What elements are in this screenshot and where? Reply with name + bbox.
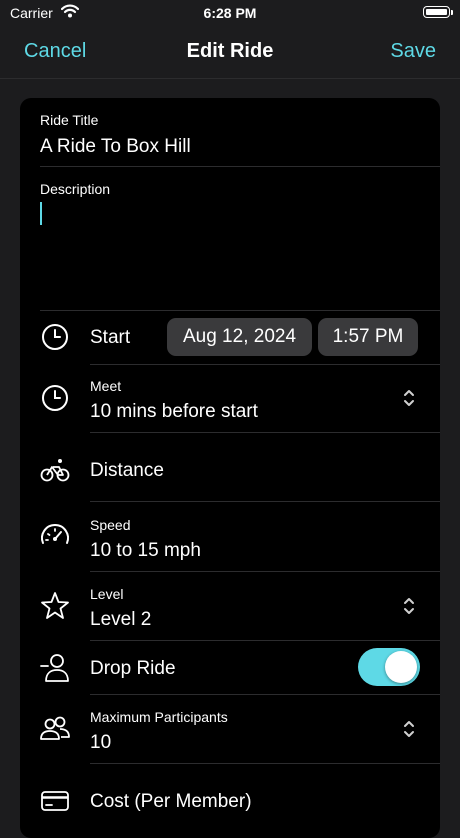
divider: [90, 432, 440, 433]
drop-ride-toggle[interactable]: [358, 648, 420, 686]
chevron-up-down-icon[interactable]: [400, 388, 418, 408]
clock-time: 6:28 PM: [203, 5, 257, 21]
level-label: Level: [90, 586, 124, 602]
speed-value[interactable]: 10 to 15 mph: [90, 540, 201, 562]
credit-card-icon: [38, 784, 72, 818]
text-cursor: [40, 202, 42, 225]
battery-icon: [423, 6, 453, 18]
meet-value[interactable]: 10 mins before start: [90, 401, 258, 423]
divider: [90, 501, 440, 502]
description-label: Description: [40, 181, 111, 197]
divider: [90, 763, 440, 764]
ride-title-input[interactable]: A Ride To Box Hill: [40, 136, 191, 158]
start-label: Start: [90, 327, 131, 348]
bicycle-icon: [38, 453, 72, 487]
distance-label[interactable]: Distance: [90, 460, 164, 482]
cost-label[interactable]: Cost (Per Member): [90, 791, 252, 813]
divider: [90, 364, 440, 365]
level-value[interactable]: Level 2: [90, 609, 151, 631]
clock-icon: [38, 381, 72, 415]
speed-label: Speed: [90, 517, 131, 533]
divider: [90, 571, 440, 572]
description-textarea[interactable]: [40, 202, 420, 302]
ride-title-label: Ride Title: [40, 112, 99, 128]
max-participants-label: Maximum Participants: [90, 709, 228, 725]
status-bar: Carrier 6:28 PM: [0, 0, 460, 26]
navigation-bar: Cancel Edit Ride Save: [0, 26, 460, 79]
people-icon: [38, 712, 72, 746]
max-participants-value[interactable]: 10: [90, 732, 111, 754]
meet-label: Meet: [90, 378, 122, 394]
divider: [90, 694, 440, 695]
chevron-up-down-icon[interactable]: [400, 719, 418, 739]
divider: [90, 640, 440, 641]
ride-form-card: Ride Title A Ride To Box Hill Descriptio…: [20, 98, 440, 838]
drop-ride-label: Drop Ride: [90, 658, 176, 679]
speedometer-icon: [38, 520, 72, 554]
divider: [40, 310, 440, 311]
person-minus-icon: [38, 651, 72, 685]
toggle-knob: [385, 651, 417, 683]
divider: [40, 166, 440, 167]
save-button[interactable]: Save: [390, 40, 436, 63]
chevron-up-down-icon[interactable]: [400, 596, 418, 616]
start-time-picker[interactable]: 1:57 PM: [318, 318, 418, 356]
clock-icon: [38, 320, 72, 354]
star-icon: [38, 589, 72, 623]
start-date-picker[interactable]: Aug 12, 2024: [167, 318, 312, 356]
